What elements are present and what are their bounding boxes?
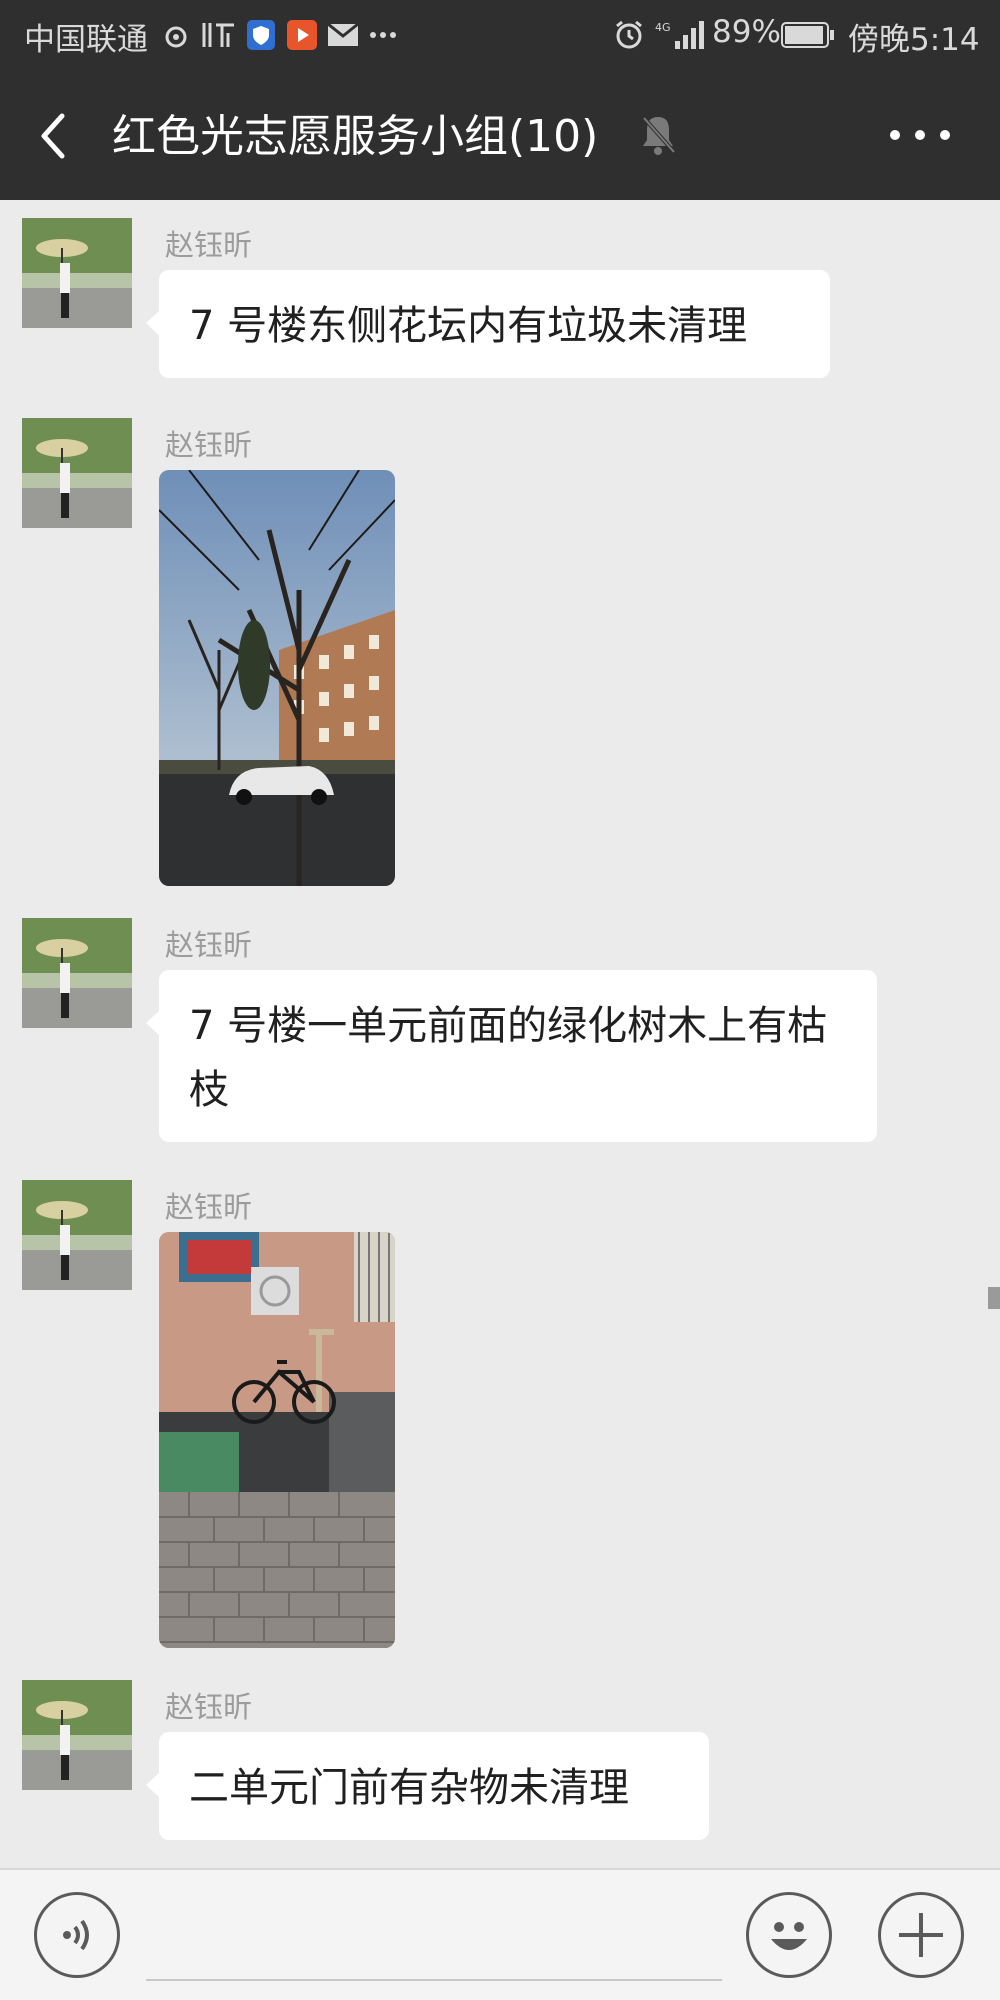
video-app-icon xyxy=(286,16,318,54)
weibo-icon xyxy=(160,16,192,54)
mail-icon xyxy=(326,16,360,54)
sender-name: 赵钰昕 xyxy=(165,1190,253,1224)
back-chevron-icon[interactable] xyxy=(30,106,80,166)
emoji-icon[interactable] xyxy=(746,1892,832,1978)
chat-header: 红色光志愿服务小组(10) xyxy=(0,70,1000,200)
voice-icon[interactable] xyxy=(34,1892,120,1978)
carrier-name: 中国联通 xyxy=(24,22,148,58)
more-dots-icon xyxy=(368,16,398,54)
more-icon[interactable] xyxy=(890,110,950,160)
clock: 傍晚5:14 xyxy=(848,22,980,58)
plus-icon[interactable] xyxy=(878,1892,964,1978)
battery-percentage: 89% xyxy=(712,14,781,50)
message-bubble[interactable]: 7 号楼东侧花坛内有垃圾未清理 xyxy=(146,270,830,378)
message-input[interactable] xyxy=(146,1979,722,1981)
ting-icon xyxy=(198,16,238,54)
avatar[interactable] xyxy=(22,418,132,528)
input-bar xyxy=(0,1868,1000,2000)
sender-name: 赵钰昕 xyxy=(165,228,253,262)
sender-name: 赵钰昕 xyxy=(165,428,253,462)
avatar[interactable] xyxy=(22,1680,132,1790)
avatar[interactable] xyxy=(22,1180,132,1290)
avatar[interactable] xyxy=(22,218,132,328)
photo-trees-building-car[interactable] xyxy=(159,470,395,886)
signal-4g-icon: 4G xyxy=(654,16,708,54)
alarm-icon xyxy=(612,16,646,54)
status-bar: 中国联通 4G 89% 傍晚5:14 xyxy=(0,0,1000,70)
message-bubble[interactable]: 二单元门前有杂物未清理 xyxy=(146,1732,709,1840)
chat-title: 红色光志愿服务小组(10) xyxy=(112,111,599,162)
sender-name: 赵钰昕 xyxy=(165,1690,253,1724)
sender-name: 赵钰昕 xyxy=(165,928,253,962)
photo-bicycle-doorway[interactable] xyxy=(159,1232,395,1648)
battery-icon xyxy=(780,16,836,54)
message-list[interactable]: 赵钰昕 7 号楼东侧花坛内有垃圾未清理 赵钰昕 赵钰昕 7 号楼一单元前面的绿化… xyxy=(0,200,1000,1868)
svg-text:4G: 4G xyxy=(655,21,671,34)
message-bubble[interactable]: 7 号楼一单元前面的绿化树木上有枯枝 xyxy=(146,970,877,1142)
scrollbar[interactable] xyxy=(988,1287,1000,1309)
muted-bell-icon xyxy=(638,112,678,158)
shield-app-icon xyxy=(246,16,276,54)
avatar[interactable] xyxy=(22,918,132,1028)
